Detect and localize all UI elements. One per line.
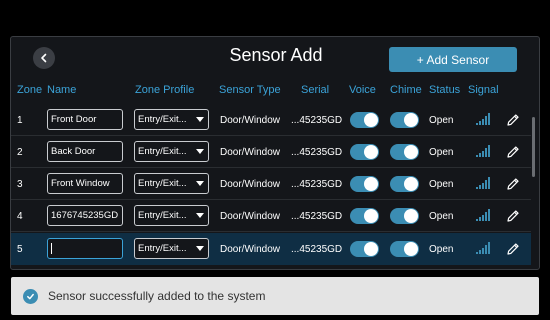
- zone-number: 1: [17, 114, 23, 126]
- check-circle-icon: [23, 288, 38, 304]
- voice-toggle[interactable]: [350, 208, 379, 224]
- chime-toggle[interactable]: [390, 176, 419, 192]
- zone-number: 5: [17, 243, 23, 255]
- sensor-name-input[interactable]: [47, 238, 123, 259]
- scrollbar[interactable]: [532, 117, 535, 177]
- table-row[interactable]: 1 Front Door Entry/Exit... Door/Window .…: [11, 104, 531, 136]
- chime-toggle[interactable]: [390, 208, 419, 224]
- back-button[interactable]: [33, 47, 55, 69]
- sensor-name-input[interactable]: Front Window: [47, 173, 123, 194]
- column-header-zone: Zone: [17, 84, 43, 96]
- toggle-knob: [364, 113, 378, 127]
- sensor-name-value: Front Window: [51, 178, 110, 189]
- toggle-knob: [364, 242, 378, 256]
- chime-toggle[interactable]: [390, 112, 419, 128]
- edit-pencil-icon[interactable]: [505, 112, 521, 128]
- status-text: Open: [429, 178, 454, 190]
- voice-toggle[interactable]: [350, 144, 379, 160]
- dropdown-arrow-icon: [196, 117, 204, 122]
- signal-strength-icon: [476, 209, 490, 221]
- signal-strength-icon: [476, 177, 490, 189]
- serial-number: ...45235GD: [291, 243, 343, 255]
- edit-pencil-icon[interactable]: [505, 241, 521, 257]
- edit-pencil-icon[interactable]: [505, 144, 521, 160]
- sensor-name-input[interactable]: Back Door: [47, 141, 123, 162]
- zone-number: 3: [17, 178, 23, 190]
- success-toast: Sensor successfully added to the system: [11, 277, 539, 315]
- table-row[interactable]: 5 Entry/Exit... Door/Window ...45235GD O…: [11, 233, 531, 265]
- zone-profile-value: Entry/Exit...: [138, 210, 187, 221]
- toggle-knob: [404, 209, 418, 223]
- add-sensor-button[interactable]: + Add Sensor: [389, 47, 517, 72]
- sensor-name-input[interactable]: 1676745235GD: [47, 205, 123, 226]
- sensor-type: Door/Window: [220, 114, 281, 126]
- toast-message: Sensor successfully added to the system: [48, 289, 266, 303]
- chime-toggle[interactable]: [390, 144, 419, 160]
- column-header-zone-profile: Zone Profile: [135, 84, 195, 96]
- sensor-name-value: Back Door: [51, 146, 96, 157]
- serial-number: ...45235GD: [291, 210, 343, 222]
- sensor-name-input[interactable]: Front Door: [47, 109, 123, 130]
- sensor-type: Door/Window: [220, 243, 281, 255]
- voice-toggle[interactable]: [350, 112, 379, 128]
- status-text: Open: [429, 114, 454, 126]
- serial-number: ...45235GD: [291, 146, 343, 158]
- zone-profile-value: Entry/Exit...: [138, 114, 187, 125]
- zone-profile-value: Entry/Exit...: [138, 146, 187, 157]
- toggle-knob: [404, 177, 418, 191]
- column-header-signal: Signal: [468, 84, 499, 96]
- voice-toggle[interactable]: [350, 176, 379, 192]
- zone-profile-value: Entry/Exit...: [138, 178, 187, 189]
- zone-profile-select[interactable]: Entry/Exit...: [134, 141, 209, 162]
- dropdown-arrow-icon: [196, 181, 204, 186]
- text-caret: [51, 243, 52, 254]
- toggle-knob: [364, 209, 378, 223]
- dropdown-arrow-icon: [196, 213, 204, 218]
- signal-strength-icon: [476, 113, 490, 125]
- edit-pencil-icon[interactable]: [505, 176, 521, 192]
- dropdown-arrow-icon: [196, 246, 204, 251]
- zone-profile-select[interactable]: Entry/Exit...: [134, 173, 209, 194]
- column-header-sensor-type: Sensor Type: [219, 84, 281, 96]
- zone-profile-select[interactable]: Entry/Exit...: [134, 109, 209, 130]
- status-text: Open: [429, 210, 454, 222]
- sensor-type: Door/Window: [220, 178, 281, 190]
- sensor-type: Door/Window: [220, 146, 281, 158]
- signal-strength-icon: [476, 242, 490, 254]
- serial-number: ...45235GD: [291, 114, 343, 126]
- sensor-name-value: Front Door: [51, 114, 97, 125]
- zone-profile-select[interactable]: Entry/Exit...: [134, 205, 209, 226]
- zone-profile-select[interactable]: Entry/Exit...: [134, 238, 209, 259]
- column-header-serial: Serial: [301, 84, 330, 96]
- table-row[interactable]: 2 Back Door Entry/Exit... Door/Window ..…: [11, 136, 531, 168]
- voice-toggle[interactable]: [350, 241, 379, 257]
- sensor-name-value: 1676745235GD: [51, 210, 119, 221]
- status-text: Open: [429, 243, 454, 255]
- zone-profile-value: Entry/Exit...: [138, 243, 187, 254]
- table-row[interactable]: 4 1676745235GD Entry/Exit... Door/Window…: [11, 200, 531, 232]
- edit-pencil-icon[interactable]: [505, 208, 521, 224]
- column-header-voice: Voice: [349, 84, 376, 96]
- toggle-knob: [404, 242, 418, 256]
- signal-strength-icon: [476, 145, 490, 157]
- column-header-status: Status: [429, 84, 461, 96]
- column-header-name: Name: [47, 84, 77, 96]
- chevron-left-icon: [41, 53, 47, 63]
- serial-number: ...45235GD: [291, 178, 343, 190]
- toggle-knob: [404, 113, 418, 127]
- sensor-type: Door/Window: [220, 210, 281, 222]
- table-row[interactable]: 3 Front Window Entry/Exit... Door/Window…: [11, 168, 531, 200]
- toggle-knob: [404, 145, 418, 159]
- status-text: Open: [429, 146, 454, 158]
- zone-number: 4: [17, 210, 23, 222]
- toggle-knob: [364, 145, 378, 159]
- zone-number: 2: [17, 146, 23, 158]
- sensor-add-panel: Sensor Add + Add Sensor Zone Name Zone P…: [10, 36, 540, 270]
- toggle-knob: [364, 177, 378, 191]
- dropdown-arrow-icon: [196, 149, 204, 154]
- column-header-chime: Chime: [390, 84, 422, 96]
- chime-toggle[interactable]: [390, 241, 419, 257]
